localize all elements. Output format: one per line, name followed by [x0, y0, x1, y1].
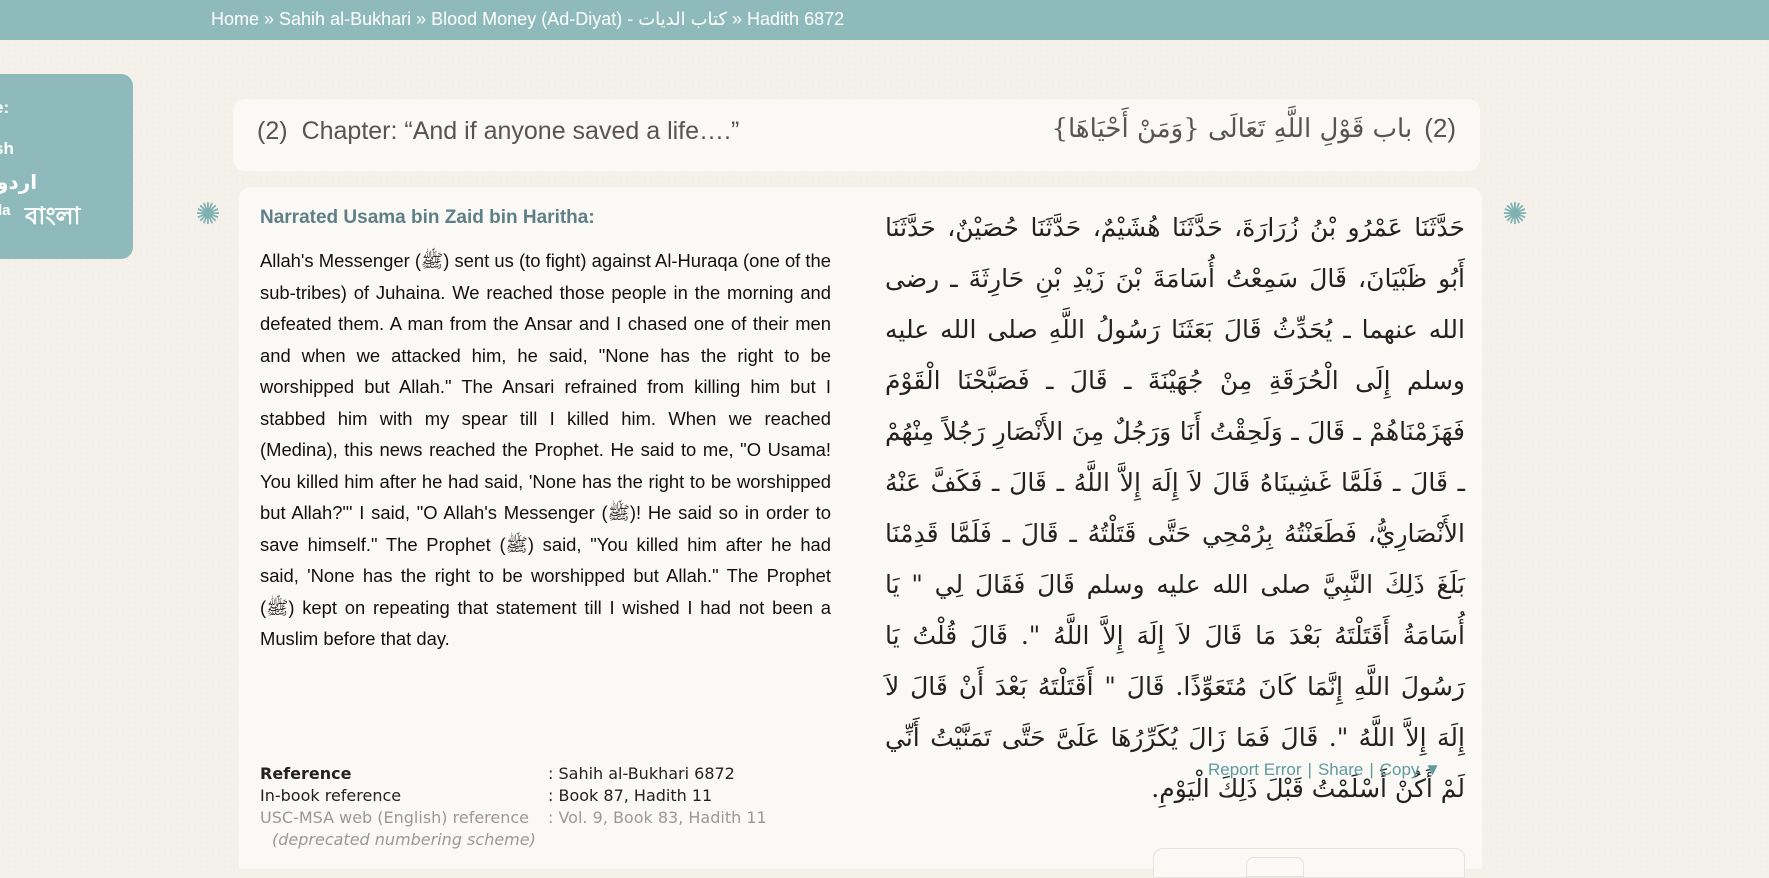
reference-table: Reference : Sahih al-Bukhari 6872 In-boo… [260, 763, 767, 851]
language-option-english[interactable]: sh [0, 139, 14, 159]
language-label: e: [0, 98, 10, 117]
breadcrumb-separator: » [732, 9, 743, 29]
flower-ornament-icon: ✺ [1502, 198, 1528, 231]
reference-value: : Sahih al-Bukhari 6872 [548, 764, 735, 783]
action-separator: | [1307, 760, 1312, 779]
chapter-header: (2) Chapter: “And if anyone saved a life…… [233, 99, 1480, 171]
share-link[interactable]: Share [1318, 760, 1363, 779]
bottom-tab-bar [1153, 848, 1465, 878]
breadcrumb-separator: » [264, 9, 275, 29]
language-option-urdu[interactable]: اردو [0, 170, 37, 194]
reference-row: In-book reference : Book 87, Hadith 11 [260, 785, 767, 807]
deprecated-note: (deprecated numbering scheme) [272, 830, 536, 849]
chapter-title-en-text: Chapter: “And if anyone saved a life….” [301, 117, 740, 145]
action-separator: | [1369, 760, 1374, 779]
reference-key: Reference [260, 764, 352, 783]
language-panel: e: sh اردو la বাংলা [0, 74, 133, 259]
top-bar: Home» Sahih al-Bukhari» Blood Money (Ad-Di… [0, 0, 1769, 40]
report-error-link[interactable]: Report Error [1208, 760, 1302, 779]
chapter-number: (2) [257, 117, 288, 145]
reference-value: : Book 87, Hadith 11 [548, 786, 713, 805]
hadith-text-english: Allah's Messenger (ﷺ) sent us (to fight)… [260, 250, 831, 649]
chapter-title-arabic: (2) باب قَوْلِ اللَّهِ تَعَالَى {وَمَنْ أ… [1051, 113, 1456, 144]
reference-key: USC-MSA web (English) reference [260, 808, 530, 827]
breadcrumb-collection-link[interactable]: Sahih al-Bukhari [279, 9, 411, 29]
breadcrumb-separator: » [416, 9, 427, 29]
hadith-narrator: Narrated Usama bin Zaid bin Haritha: [260, 207, 595, 228]
breadcrumb: Home» Sahih al-Bukhari» Blood Money (Ad-Di… [211, 9, 844, 30]
hadith-text-arabic: حَدَّثَنَا عَمْرُو بْنُ زُرَارَةَ، حَدَّ… [885, 213, 1465, 803]
language-option-bangla[interactable]: বাংলা [25, 198, 81, 238]
copy-dropdown[interactable]: Copy ▼ [1380, 760, 1441, 779]
chapter-title-english: (2) Chapter: “And if anyone saved a life…… [257, 117, 739, 146]
bottom-tab[interactable] [1246, 857, 1304, 877]
reference-value: : Vol. 9, Book 83, Hadith 11 [548, 808, 767, 827]
language-option-bangla-latin[interactable]: la [0, 202, 11, 219]
breadcrumb-home-link[interactable]: Home [211, 9, 259, 29]
reference-key: In-book reference [260, 786, 402, 805]
hadith-actions: Report Error | Share | Copy ▼ [1208, 760, 1441, 780]
breadcrumb-current-hadith: Hadith 6872 [747, 9, 845, 29]
chapter-title-ar-text: باب قَوْلِ اللَّهِ تَعَالَى {وَمَنْ أَحْ… [1051, 114, 1413, 144]
reference-row: USC-MSA web (English) reference : Vol. 9… [260, 807, 767, 829]
flower-ornament-icon: ✺ [195, 198, 221, 231]
reference-row: Reference : Sahih al-Bukhari 6872 [260, 763, 767, 785]
breadcrumb-book-link[interactable]: Blood Money (Ad-Diyat) - كتاب الديات [431, 9, 727, 29]
chapter-number-arabic: (2) [1424, 113, 1456, 143]
